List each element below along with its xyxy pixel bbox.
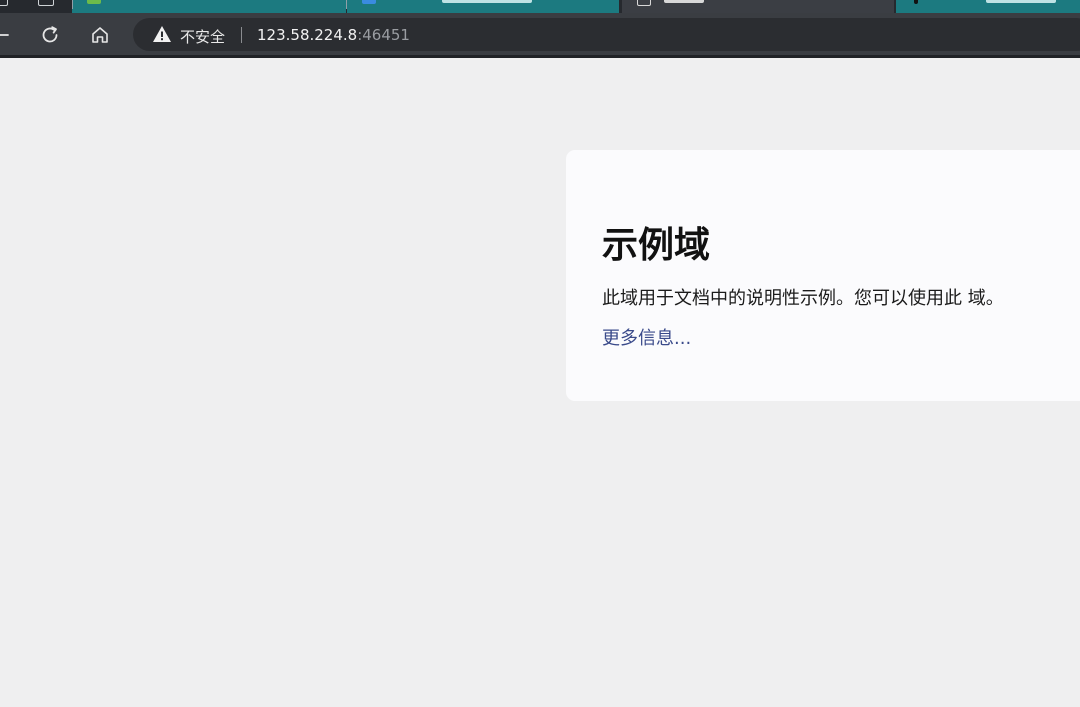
back-button[interactable] — [0, 21, 16, 49]
address-bar[interactable]: 不安全 123.58.224.8:46451 — [133, 18, 1080, 51]
home-icon — [92, 27, 108, 43]
address-divider — [241, 27, 242, 43]
warning-icon[interactable] — [152, 25, 172, 43]
tab-1[interactable] — [0, 0, 72, 13]
tab-favicon-icon — [362, 0, 376, 4]
more-info-link[interactable]: 更多信息... — [602, 324, 691, 350]
reload-button[interactable] — [36, 21, 64, 49]
tab-favicon-icon — [38, 0, 54, 6]
tab-title-fragment — [664, 0, 704, 3]
tab-title-fragment — [442, 0, 532, 3]
tab-2[interactable] — [72, 0, 346, 13]
tab-4-active[interactable] — [622, 0, 894, 13]
tab-favicon-icon — [914, 0, 918, 4]
tab-favicon-icon — [87, 0, 101, 4]
tab-strip — [0, 0, 1080, 13]
tab-title-fragment — [986, 0, 1056, 3]
url-text[interactable]: 123.58.224.8:46451 — [257, 26, 410, 44]
page-description: 此域用于文档中的说明性示例。您可以使用此 域。 — [602, 288, 1004, 309]
back-arrow-icon — [0, 34, 9, 36]
tab-favicon-icon — [637, 0, 651, 6]
home-button[interactable] — [86, 21, 114, 49]
tab-favicon-icon — [0, 0, 8, 6]
toolbar-border — [0, 55, 1080, 58]
tab-3[interactable] — [347, 0, 619, 13]
url-host: 123.58.224.8 — [257, 26, 358, 44]
tab-divider — [72, 0, 73, 9]
url-port: :46451 — [357, 26, 410, 44]
page-heading: 示例域 — [602, 225, 711, 266]
security-status-label[interactable]: 不安全 — [180, 26, 225, 47]
reload-icon — [42, 26, 58, 43]
browser-toolbar: 不安全 123.58.224.8:46451 — [0, 13, 1080, 57]
content-card: 示例域 此域用于文档中的说明性示例。您可以使用此 域。 更多信息... — [566, 150, 1080, 401]
tab-5[interactable] — [896, 0, 1080, 13]
